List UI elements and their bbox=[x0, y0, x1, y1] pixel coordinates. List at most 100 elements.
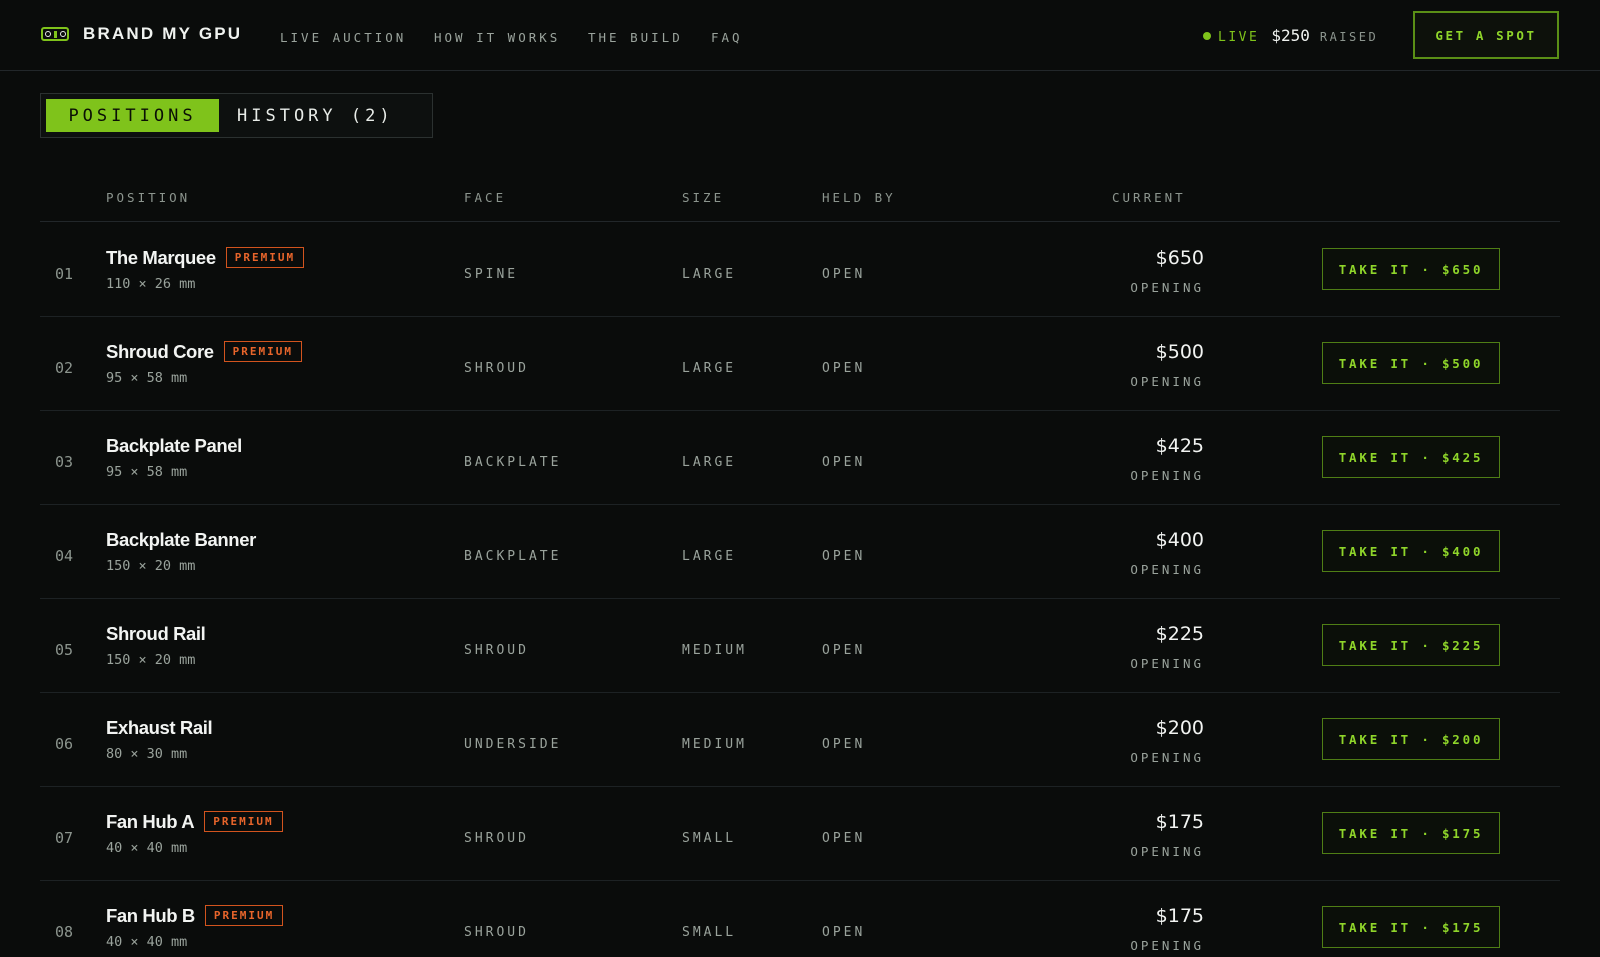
table-row: 05 Shroud Rail 150 × 20 mm SHROUD MEDIUM OPEN… bbox=[40, 599, 1560, 693]
position-name: Fan Hub B PREMIUM bbox=[106, 905, 284, 927]
live-indicator-icon bbox=[1203, 32, 1211, 40]
position-dimensions: 150 × 20 mm bbox=[106, 558, 196, 574]
face-value: SHROUD bbox=[464, 925, 529, 940]
position-name-text: Exhaust Rail bbox=[106, 717, 213, 738]
position-dimensions: 95 × 58 mm bbox=[106, 464, 188, 480]
take-it-button[interactable]: TAKE IT · $225 bbox=[1322, 624, 1500, 666]
size-value: SMALL bbox=[682, 925, 737, 940]
raised-amount: $250 bbox=[1271, 26, 1310, 45]
position-name-text: Fan Hub A bbox=[106, 811, 195, 832]
size-value: MEDIUM bbox=[682, 737, 747, 752]
held-by-value: OPEN bbox=[822, 643, 866, 658]
take-it-button[interactable]: TAKE IT · $175 bbox=[1322, 906, 1500, 948]
take-it-button[interactable]: TAKE IT · $650 bbox=[1322, 248, 1500, 290]
position-dimensions: 150 × 20 mm bbox=[106, 652, 196, 668]
position-name-text: Backplate Panel bbox=[106, 435, 242, 456]
size-value: LARGE bbox=[682, 549, 737, 564]
live-status: LIVE $250 RAISED bbox=[1203, 26, 1378, 45]
position-name-text: Shroud Rail bbox=[106, 623, 206, 644]
current-price: $425 bbox=[1155, 435, 1204, 457]
column-position: POSITION bbox=[106, 190, 191, 205]
held-by-value: OPEN bbox=[822, 361, 866, 376]
live-label: LIVE bbox=[1218, 30, 1260, 45]
top-bar: BRAND MY GPU LIVE AUCTION HOW IT WORKS T… bbox=[0, 0, 1600, 71]
face-value: BACKPLATE bbox=[464, 549, 562, 564]
face-value: SHROUD bbox=[464, 643, 529, 658]
face-value: BACKPLATE bbox=[464, 455, 562, 470]
row-number: 08 bbox=[55, 923, 74, 941]
table-row: 07 Fan Hub A PREMIUM 40 × 40 mm SHROUD SMALL O… bbox=[40, 787, 1560, 881]
nav-live-auction[interactable]: LIVE AUCTION bbox=[280, 30, 406, 45]
premium-badge: PREMIUM bbox=[204, 905, 284, 926]
table-row: 02 Shroud Core PREMIUM 95 × 58 mm SHROUD LARG… bbox=[40, 317, 1560, 411]
held-by-value: OPEN bbox=[822, 831, 866, 846]
row-number: 03 bbox=[55, 453, 74, 471]
nav-the-build[interactable]: THE BUILD bbox=[588, 30, 683, 45]
current-price: $650 bbox=[1155, 247, 1204, 269]
position-name: Shroud Rail bbox=[106, 623, 206, 645]
table-row: 08 Fan Hub B PREMIUM 40 × 40 mm SHROUD SMALL O… bbox=[40, 881, 1560, 957]
tab-history[interactable]: HISTORY (2) bbox=[237, 99, 394, 132]
premium-badge: PREMIUM bbox=[223, 341, 302, 362]
get-a-spot-button[interactable]: GET A SPOT bbox=[1413, 11, 1559, 59]
position-name-text: The Marquee bbox=[106, 247, 216, 268]
column-current: CURRENT bbox=[1112, 190, 1186, 205]
table-row: 06 Exhaust Rail 80 × 30 mm UNDERSIDE MEDIUM O… bbox=[40, 693, 1560, 787]
row-number: 06 bbox=[55, 735, 74, 753]
position-dimensions: 40 × 40 mm bbox=[106, 840, 188, 856]
face-value: SHROUD bbox=[464, 361, 529, 376]
current-price: $175 bbox=[1155, 811, 1204, 833]
held-by-value: OPEN bbox=[822, 925, 866, 940]
size-value: MEDIUM bbox=[682, 643, 747, 658]
size-value: LARGE bbox=[682, 361, 737, 376]
take-it-button[interactable]: TAKE IT · $500 bbox=[1322, 342, 1500, 384]
table-row: 04 Backplate Banner 150 × 20 mm BACKPLATE LA… bbox=[40, 505, 1560, 599]
size-value: SMALL bbox=[682, 831, 737, 846]
price-note: OPENING bbox=[1130, 374, 1204, 389]
held-by-value: OPEN bbox=[822, 455, 866, 470]
position-name: Fan Hub A PREMIUM bbox=[106, 811, 283, 833]
nav-how-it-works[interactable]: HOW IT WORKS bbox=[434, 30, 560, 45]
take-it-button[interactable]: TAKE IT · $200 bbox=[1322, 718, 1500, 760]
position-name-text: Shroud Core bbox=[106, 341, 214, 362]
row-number: 02 bbox=[55, 359, 74, 377]
price-note: OPENING bbox=[1130, 938, 1204, 953]
size-value: LARGE bbox=[682, 267, 737, 282]
position-name-text: Backplate Banner bbox=[106, 529, 256, 550]
row-number: 04 bbox=[55, 547, 74, 565]
current-price: $500 bbox=[1155, 341, 1204, 363]
face-value: SPINE bbox=[464, 267, 519, 282]
take-it-button[interactable]: TAKE IT · $175 bbox=[1322, 812, 1500, 854]
position-dimensions: 40 × 40 mm bbox=[106, 934, 188, 950]
position-dimensions: 110 × 26 mm bbox=[106, 276, 196, 292]
position-name-text: Fan Hub B bbox=[106, 905, 195, 926]
take-it-button[interactable]: TAKE IT · $425 bbox=[1322, 436, 1500, 478]
raised-label: RAISED bbox=[1319, 30, 1379, 44]
position-dimensions: 95 × 58 mm bbox=[106, 370, 188, 386]
held-by-value: OPEN bbox=[822, 737, 866, 752]
row-number: 01 bbox=[55, 265, 74, 283]
brand-name[interactable]: BRAND MY GPU bbox=[83, 24, 242, 44]
price-note: OPENING bbox=[1130, 468, 1204, 483]
tab-positions[interactable]: POSITIONS bbox=[46, 99, 219, 132]
face-value: UNDERSIDE bbox=[464, 737, 562, 752]
position-name: The Marquee PREMIUM bbox=[106, 247, 305, 269]
row-number: 07 bbox=[55, 829, 74, 847]
nav-faq[interactable]: FAQ bbox=[711, 30, 743, 45]
price-note: OPENING bbox=[1130, 280, 1204, 295]
take-it-button[interactable]: TAKE IT · $400 bbox=[1322, 530, 1500, 572]
premium-badge: PREMIUM bbox=[225, 247, 305, 268]
held-by-value: OPEN bbox=[822, 267, 866, 282]
table-header: POSITION FACE SIZE HELD BY CURRENT bbox=[40, 186, 1560, 222]
price-note: OPENING bbox=[1130, 656, 1204, 671]
column-held-by: HELD BY bbox=[822, 190, 896, 205]
premium-badge: PREMIUM bbox=[204, 811, 283, 832]
current-price: $200 bbox=[1155, 717, 1204, 739]
column-size: SIZE bbox=[682, 190, 725, 205]
position-name: Shroud Core PREMIUM bbox=[106, 341, 302, 363]
size-value: LARGE bbox=[682, 455, 737, 470]
position-name: Backplate Banner bbox=[106, 529, 256, 551]
gpu-logo-icon[interactable] bbox=[41, 27, 69, 41]
column-face: FACE bbox=[464, 190, 507, 205]
position-name: Exhaust Rail bbox=[106, 717, 213, 739]
